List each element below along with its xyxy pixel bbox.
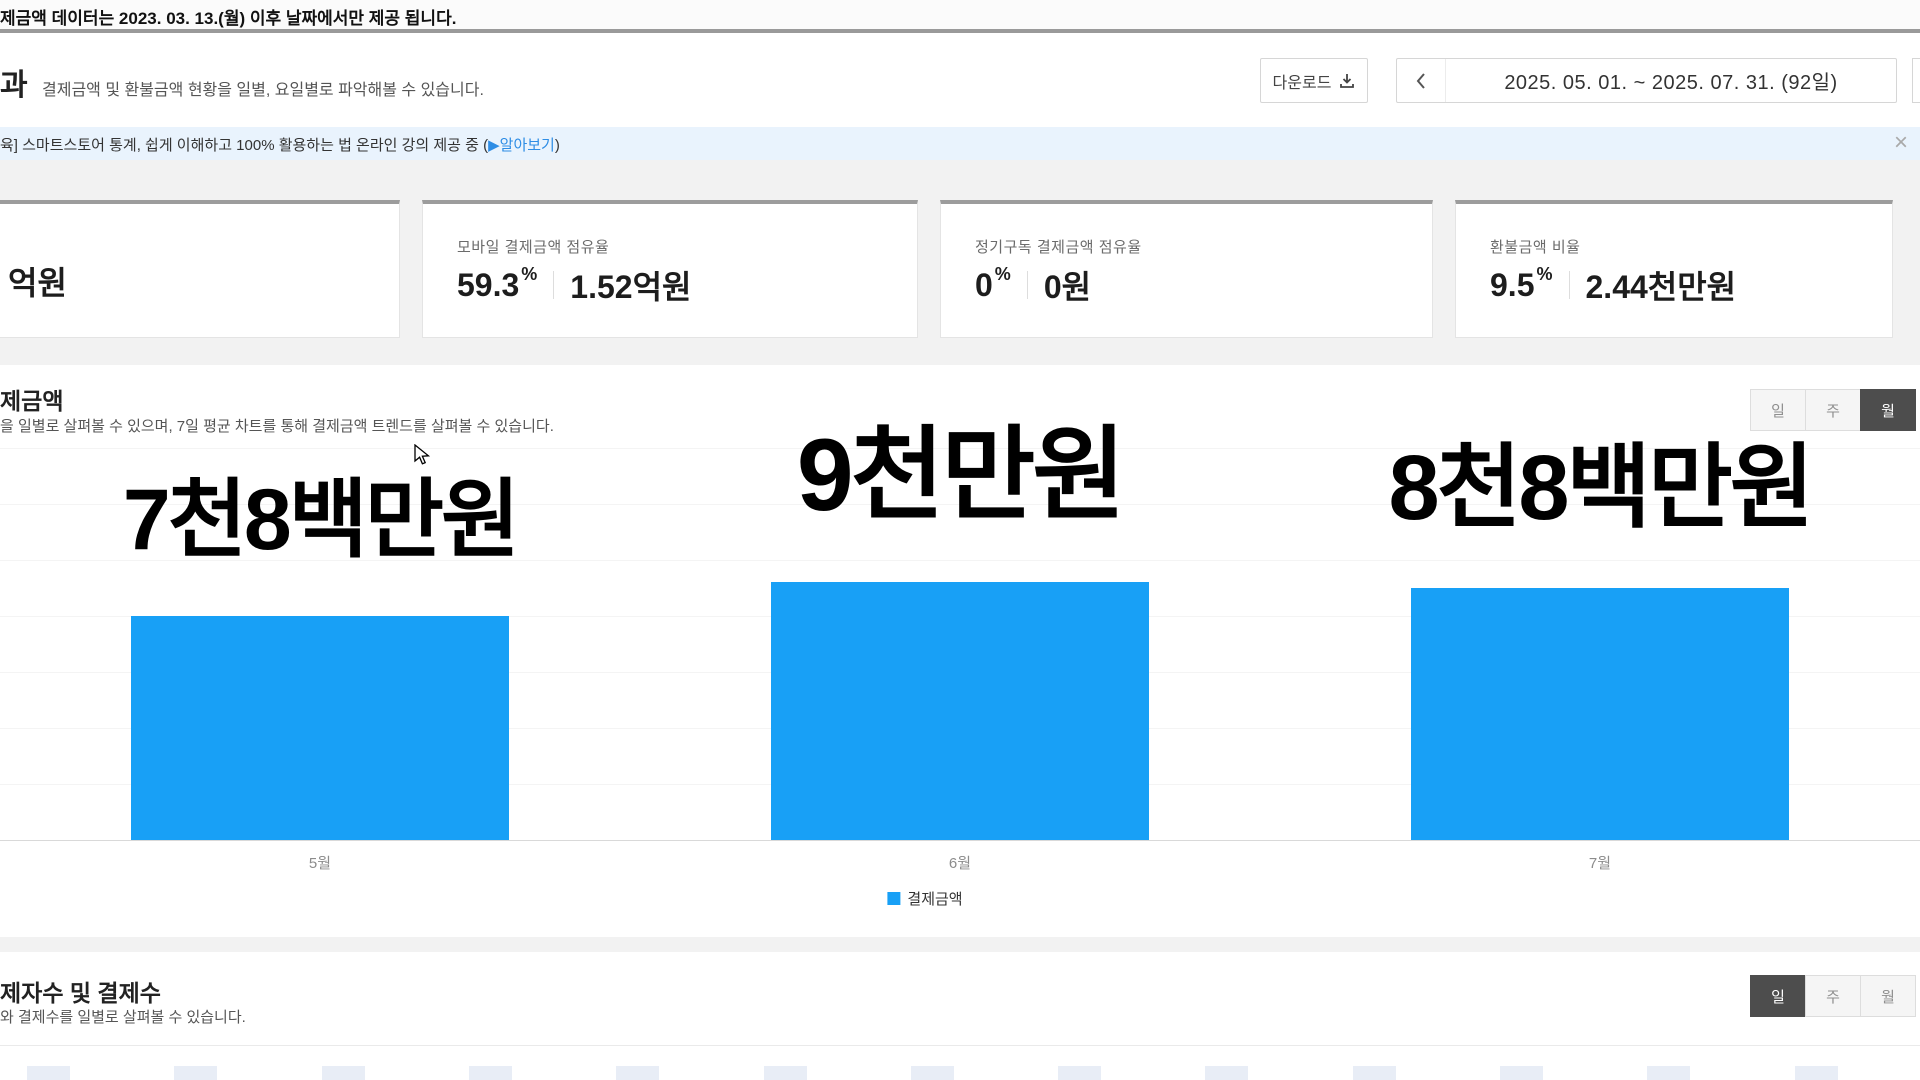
bar-slot: 7천8백만원 5월 xyxy=(0,430,640,890)
card-label: 정기구독 결제금액 점유율 xyxy=(975,236,1142,257)
play-icon: ▶ xyxy=(488,137,500,154)
toggle-month[interactable]: 월 xyxy=(1860,389,1916,431)
mouse-cursor xyxy=(414,444,434,466)
card-amount: 1.52억원 xyxy=(570,262,691,308)
payment-section-title: 제금액 xyxy=(0,382,63,416)
card-value: 0% 0원 xyxy=(975,262,1091,308)
payer-count-period-toggle: 일 주 월 xyxy=(1751,975,1916,1017)
value-divider xyxy=(1569,271,1570,299)
mini-bar[interactable] xyxy=(616,1066,659,1080)
card-label: 환불금액 비율 xyxy=(1490,236,1580,257)
toggle-week[interactable]: 주 xyxy=(1805,389,1861,431)
card-percent-unit: % xyxy=(521,264,537,285)
payer-count-panel xyxy=(0,952,1920,1080)
payer-count-title: 제자수 및 결제수 xyxy=(0,974,161,1008)
card-percent: 59.3 xyxy=(457,267,519,304)
toggle-month[interactable]: 월 xyxy=(1860,975,1916,1017)
mini-bar[interactable] xyxy=(1500,1066,1543,1080)
mini-bar[interactable] xyxy=(27,1066,70,1080)
prev-period-button[interactable] xyxy=(1397,59,1446,102)
x-axis-label: 6월 xyxy=(640,852,1280,873)
card-amount: 0원 xyxy=(1044,262,1091,308)
banner-learn-more-link[interactable]: 알아보기 xyxy=(500,137,555,154)
summary-card-mobile-share: 모바일 결제금액 점유율 59.3% 1.52억원 xyxy=(422,200,918,338)
promo-banner-text: 육] 스마트스토어 통계, 쉽게 이해하고 100% 활용하는 법 온라인 강의… xyxy=(0,134,560,155)
toggle-day[interactable]: 일 xyxy=(1750,975,1806,1017)
card-label: 모바일 결제금액 점유율 xyxy=(457,236,609,257)
bar-value-label: 9천만원 xyxy=(797,393,1123,540)
card-percent: 0 xyxy=(975,267,993,304)
smartstore-stats-page: 제금액 데이터는 2023. 03. 13.(월) 이후 날짜에서만 제공 됩니… xyxy=(0,0,1920,1080)
mini-bar[interactable] xyxy=(322,1066,365,1080)
bar-slot: 8천8백만원7월 xyxy=(1280,430,1920,890)
date-range-display[interactable]: 2025. 05. 01. ~ 2025. 07. 31. (92일) xyxy=(1446,59,1896,102)
mini-bar[interactable] xyxy=(1795,1066,1838,1080)
payment-bar-5월[interactable] xyxy=(131,616,509,840)
download-button-label: 다운로드 xyxy=(1273,69,1332,93)
toggle-week[interactable]: 주 xyxy=(1805,975,1861,1017)
date-range-picker: 2025. 05. 01. ~ 2025. 07. 31. (92일) xyxy=(1396,58,1897,103)
next-period-button[interactable] xyxy=(1912,58,1920,103)
card-value: 9.5% 2.44천만원 xyxy=(1490,262,1736,308)
mini-bar[interactable] xyxy=(911,1066,954,1080)
page-subtitle: 결제금액 및 환불금액 현황을 일별, 요일별로 파악해볼 수 있습니다. xyxy=(42,76,484,100)
legend-swatch xyxy=(887,892,900,905)
mini-bar[interactable] xyxy=(1205,1066,1248,1080)
card-amount: 2.44천만원 xyxy=(1586,262,1737,308)
mini-bar[interactable] xyxy=(469,1066,512,1080)
card-value: 59.3% 1.52억원 xyxy=(457,262,691,308)
section-divider xyxy=(0,1045,1920,1046)
mini-bar[interactable] xyxy=(1647,1066,1690,1080)
top-notice-strip: 제금액 데이터는 2023. 03. 13.(월) 이후 날짜에서만 제공 됩니… xyxy=(0,0,1920,33)
value-divider xyxy=(553,271,554,299)
notice-text: 제금액 데이터는 2023. 03. 13.(월) 이후 날짜에서만 제공 됩니… xyxy=(0,4,456,29)
download-icon xyxy=(1339,73,1355,89)
card-percent-unit: % xyxy=(995,264,1011,285)
mini-bar[interactable] xyxy=(1058,1066,1101,1080)
card-percent-unit: % xyxy=(1536,264,1552,285)
card-percent: 9.5 xyxy=(1490,267,1534,304)
close-icon[interactable]: × xyxy=(1894,129,1908,157)
mini-bar[interactable] xyxy=(1353,1066,1396,1080)
banner-text-after: ) xyxy=(555,137,560,154)
value-divider xyxy=(1027,271,1028,299)
x-axis-label: 5월 xyxy=(0,852,640,873)
page-title: 과 xyxy=(0,60,28,104)
bar-value-label: 7천8백만원 xyxy=(123,449,517,574)
bar-value-label: 8천8백만원 xyxy=(1389,413,1812,546)
payer-count-desc: 와 결제수를 일별로 살펴볼 수 있습니다. xyxy=(0,1006,246,1027)
chart-legend: 결제금액 xyxy=(887,888,962,909)
download-button[interactable]: 다운로드 xyxy=(1260,58,1368,103)
mini-bar[interactable] xyxy=(174,1066,217,1080)
summary-card-refund-rate: 환불금액 비율 9.5% 2.44천만원 xyxy=(1455,200,1893,338)
chevron-left-icon xyxy=(1414,71,1428,91)
bar-slot: 9천만원6월 xyxy=(640,430,1280,890)
promo-banner: 육] 스마트스토어 통계, 쉽게 이해하고 100% 활용하는 법 온라인 강의… xyxy=(0,127,1920,160)
summary-card-amount: 억원 xyxy=(8,258,67,304)
payment-bar-chart: 7천8백만원 5월9천만원6월8천8백만원7월 xyxy=(0,430,1920,890)
payment-bar-7월[interactable] xyxy=(1411,588,1789,840)
payment-bar-6월[interactable] xyxy=(771,582,1149,840)
x-axis-label: 7월 xyxy=(1280,852,1920,873)
banner-text-before: 육] 스마트스토어 통계, 쉽게 이해하고 100% 활용하는 법 온라인 강의… xyxy=(0,137,488,154)
summary-card-subscription-share: 정기구독 결제금액 점유율 0% 0원 xyxy=(940,200,1433,338)
mini-bar[interactable] xyxy=(764,1066,807,1080)
legend-label: 결제금액 xyxy=(907,888,962,909)
